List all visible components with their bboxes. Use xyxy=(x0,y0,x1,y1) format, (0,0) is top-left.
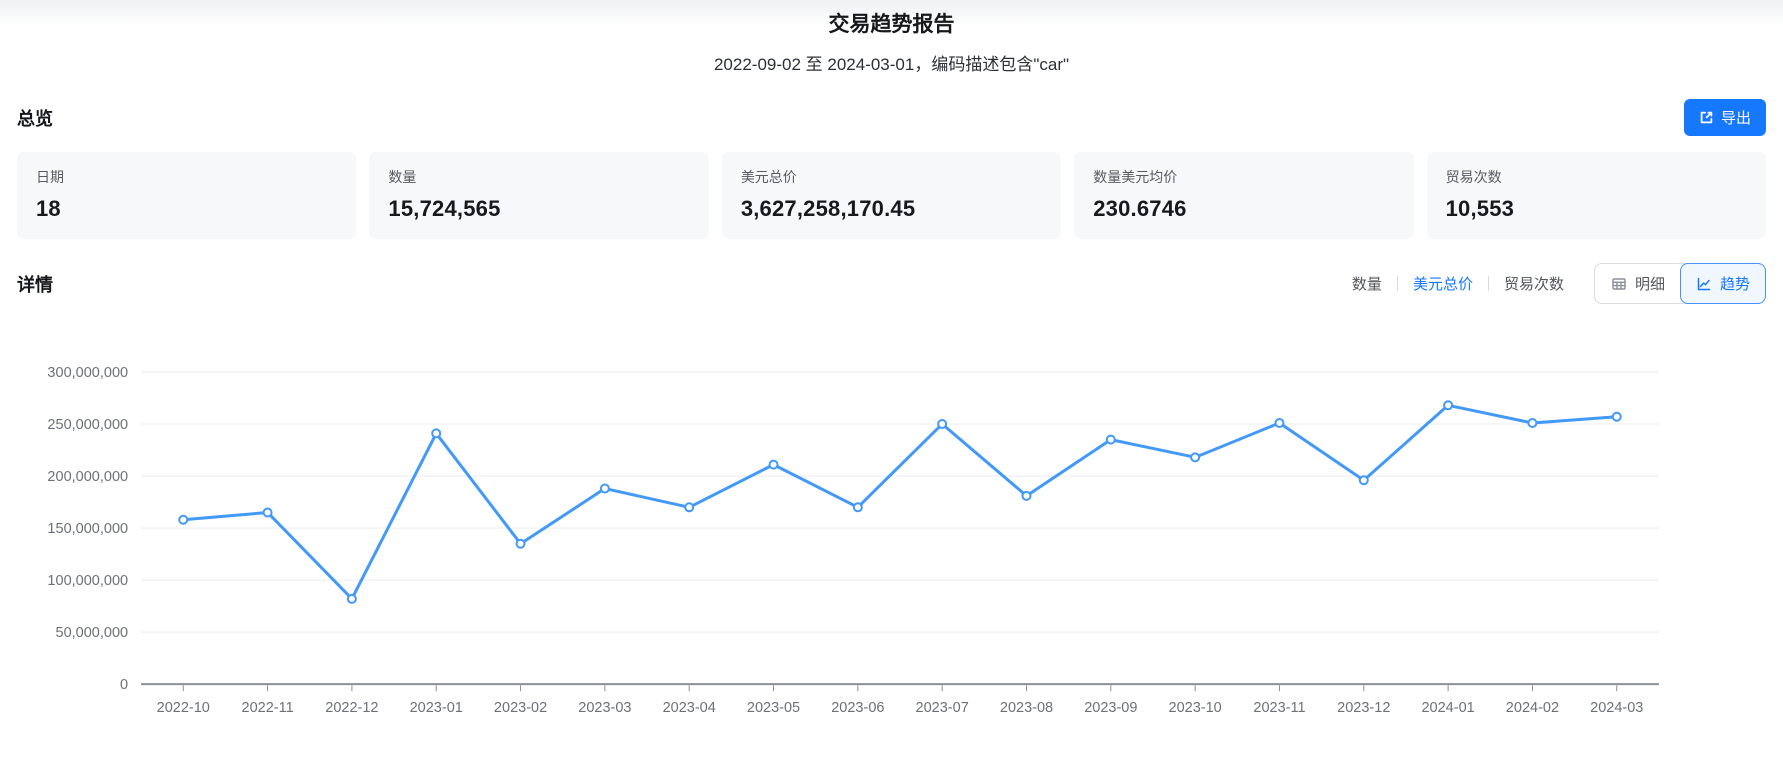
data-point-marker[interactable] xyxy=(1360,476,1368,484)
x-axis-tick-label: 2023-05 xyxy=(747,700,800,716)
summary-card-usd-total: 美元总价 3,627,258,170.45 xyxy=(722,152,1061,239)
report-header: 交易趋势报告 2022-09-02 至 2024-03-01，编码描述包含"ca… xyxy=(0,0,1783,75)
card-label: 贸易次数 xyxy=(1446,167,1747,187)
card-value: 230.6746 xyxy=(1093,196,1394,222)
export-button-label: 导出 xyxy=(1721,107,1751,128)
data-point-marker[interactable] xyxy=(432,429,440,437)
metric-tab-quantity[interactable]: 数量 xyxy=(1352,273,1382,294)
summary-card-trade-count: 贸易次数 10,553 xyxy=(1427,152,1766,239)
data-point-marker[interactable] xyxy=(1107,436,1115,444)
y-axis-tick-label: 250,000,000 xyxy=(47,417,128,433)
x-axis-tick-label: 2024-03 xyxy=(1590,700,1643,716)
export-button[interactable]: 导出 xyxy=(1684,99,1766,136)
data-point-marker[interactable] xyxy=(348,595,356,603)
table-icon xyxy=(1611,276,1627,292)
summary-card-quantity: 数量 15,724,565 xyxy=(369,152,708,239)
trend-line xyxy=(183,405,1616,599)
details-controls: 数量 美元总价 贸易次数 xyxy=(1352,263,1766,304)
x-axis-tick-label: 2023-11 xyxy=(1253,700,1305,716)
data-point-marker[interactable] xyxy=(854,503,862,511)
view-toggle-trend-button[interactable]: 趋势 xyxy=(1680,263,1766,304)
y-axis-tick-label: 300,000,000 xyxy=(47,365,128,381)
data-point-marker[interactable] xyxy=(179,516,187,524)
x-axis-tick-label: 2024-02 xyxy=(1506,700,1559,716)
view-toggle: 明细 趋势 xyxy=(1594,263,1766,304)
x-axis-tick-label: 2023-06 xyxy=(831,700,884,716)
x-axis-tick-label: 2023-09 xyxy=(1084,700,1137,716)
view-toggle-trend-label: 趋势 xyxy=(1720,273,1750,294)
card-label: 数量 xyxy=(388,167,689,187)
card-value: 3,627,258,170.45 xyxy=(741,196,1042,222)
data-point-marker[interactable] xyxy=(1444,401,1452,409)
y-axis-tick-label: 200,000,000 xyxy=(47,469,128,485)
metric-tab-trade-count[interactable]: 贸易次数 xyxy=(1504,273,1564,294)
x-axis-tick-label: 2023-02 xyxy=(494,700,547,716)
details-section-title: 详情 xyxy=(17,271,53,297)
report-subtitle: 2022-09-02 至 2024-03-01，编码描述包含"car" xyxy=(0,50,1783,75)
trend-line-chart: 0 50,000,000 100,000,000 150,000,000 200,000… xyxy=(16,356,1767,734)
x-axis-tick-label: 2023-01 xyxy=(410,700,463,716)
data-point-marker[interactable] xyxy=(517,540,525,548)
metric-tab-usd-total[interactable]: 美元总价 xyxy=(1413,273,1473,294)
summary-card-date: 日期 18 xyxy=(17,152,356,239)
x-axis-tick-label: 2022-10 xyxy=(157,700,210,716)
tab-divider xyxy=(1397,276,1398,291)
x-axis-tick-label: 2022-12 xyxy=(325,700,378,716)
card-label: 数量美元均价 xyxy=(1093,167,1394,187)
view-toggle-detail-label: 明细 xyxy=(1635,273,1665,294)
y-axis-tick-label: 0 xyxy=(120,677,128,693)
details-section: 详情 数量 美元总价 贸易次数 xyxy=(0,263,1783,304)
x-axis-tick-label: 2023-04 xyxy=(663,700,716,716)
data-point-marker[interactable] xyxy=(770,461,778,469)
data-point-marker[interactable] xyxy=(685,503,693,511)
x-axis-tick-label: 2023-03 xyxy=(578,700,631,716)
x-axis-tick-label: 2022-11 xyxy=(242,700,294,716)
view-toggle-detail-button[interactable]: 明细 xyxy=(1595,264,1681,303)
data-point-marker[interactable] xyxy=(264,508,272,516)
export-icon xyxy=(1699,110,1714,125)
x-axis-tick-label: 2023-10 xyxy=(1169,700,1222,716)
x-axis-tick-label: 2023-12 xyxy=(1337,700,1390,716)
trend-chart-icon xyxy=(1696,276,1712,292)
chart-container: 0 50,000,000 100,000,000 150,000,000 200,000… xyxy=(0,356,1783,734)
x-axis-tick-label: 2023-07 xyxy=(916,700,969,716)
y-axis-tick-label: 150,000,000 xyxy=(47,521,128,537)
data-point-marker[interactable] xyxy=(1275,419,1283,427)
summary-cards: 日期 18 数量 15,724,565 美元总价 3,627,258,170.4… xyxy=(0,152,1783,239)
summary-card-avg-usd-price: 数量美元均价 230.6746 xyxy=(1074,152,1413,239)
card-value: 15,724,565 xyxy=(388,196,689,222)
x-axis-tick-label: 2024-01 xyxy=(1421,700,1474,716)
data-point-marker[interactable] xyxy=(1191,453,1199,461)
card-value: 18 xyxy=(36,196,337,222)
data-point-marker[interactable] xyxy=(1613,413,1621,421)
card-label: 美元总价 xyxy=(741,167,1042,187)
x-axis-tick-label: 2023-08 xyxy=(1000,700,1053,716)
data-point-marker[interactable] xyxy=(601,485,609,493)
y-axis-tick-label: 50,000,000 xyxy=(56,625,129,641)
page-title: 交易趋势报告 xyxy=(0,8,1783,38)
trade-trend-report-page: 交易趋势报告 2022-09-02 至 2024-03-01，编码描述包含"ca… xyxy=(0,0,1783,734)
metric-tabs: 数量 美元总价 贸易次数 xyxy=(1352,273,1564,294)
card-value: 10,553 xyxy=(1446,196,1747,222)
data-point-marker[interactable] xyxy=(938,420,946,428)
data-point-marker[interactable] xyxy=(1022,492,1030,500)
tab-divider xyxy=(1488,276,1489,291)
data-point-marker[interactable] xyxy=(1528,419,1536,427)
overview-section-title: 总览 xyxy=(17,105,53,131)
y-axis-tick-label: 100,000,000 xyxy=(47,573,128,589)
card-label: 日期 xyxy=(36,167,337,187)
overview-section: 总览 导出 日期 18 数量 15,724,565 xyxy=(0,99,1783,239)
